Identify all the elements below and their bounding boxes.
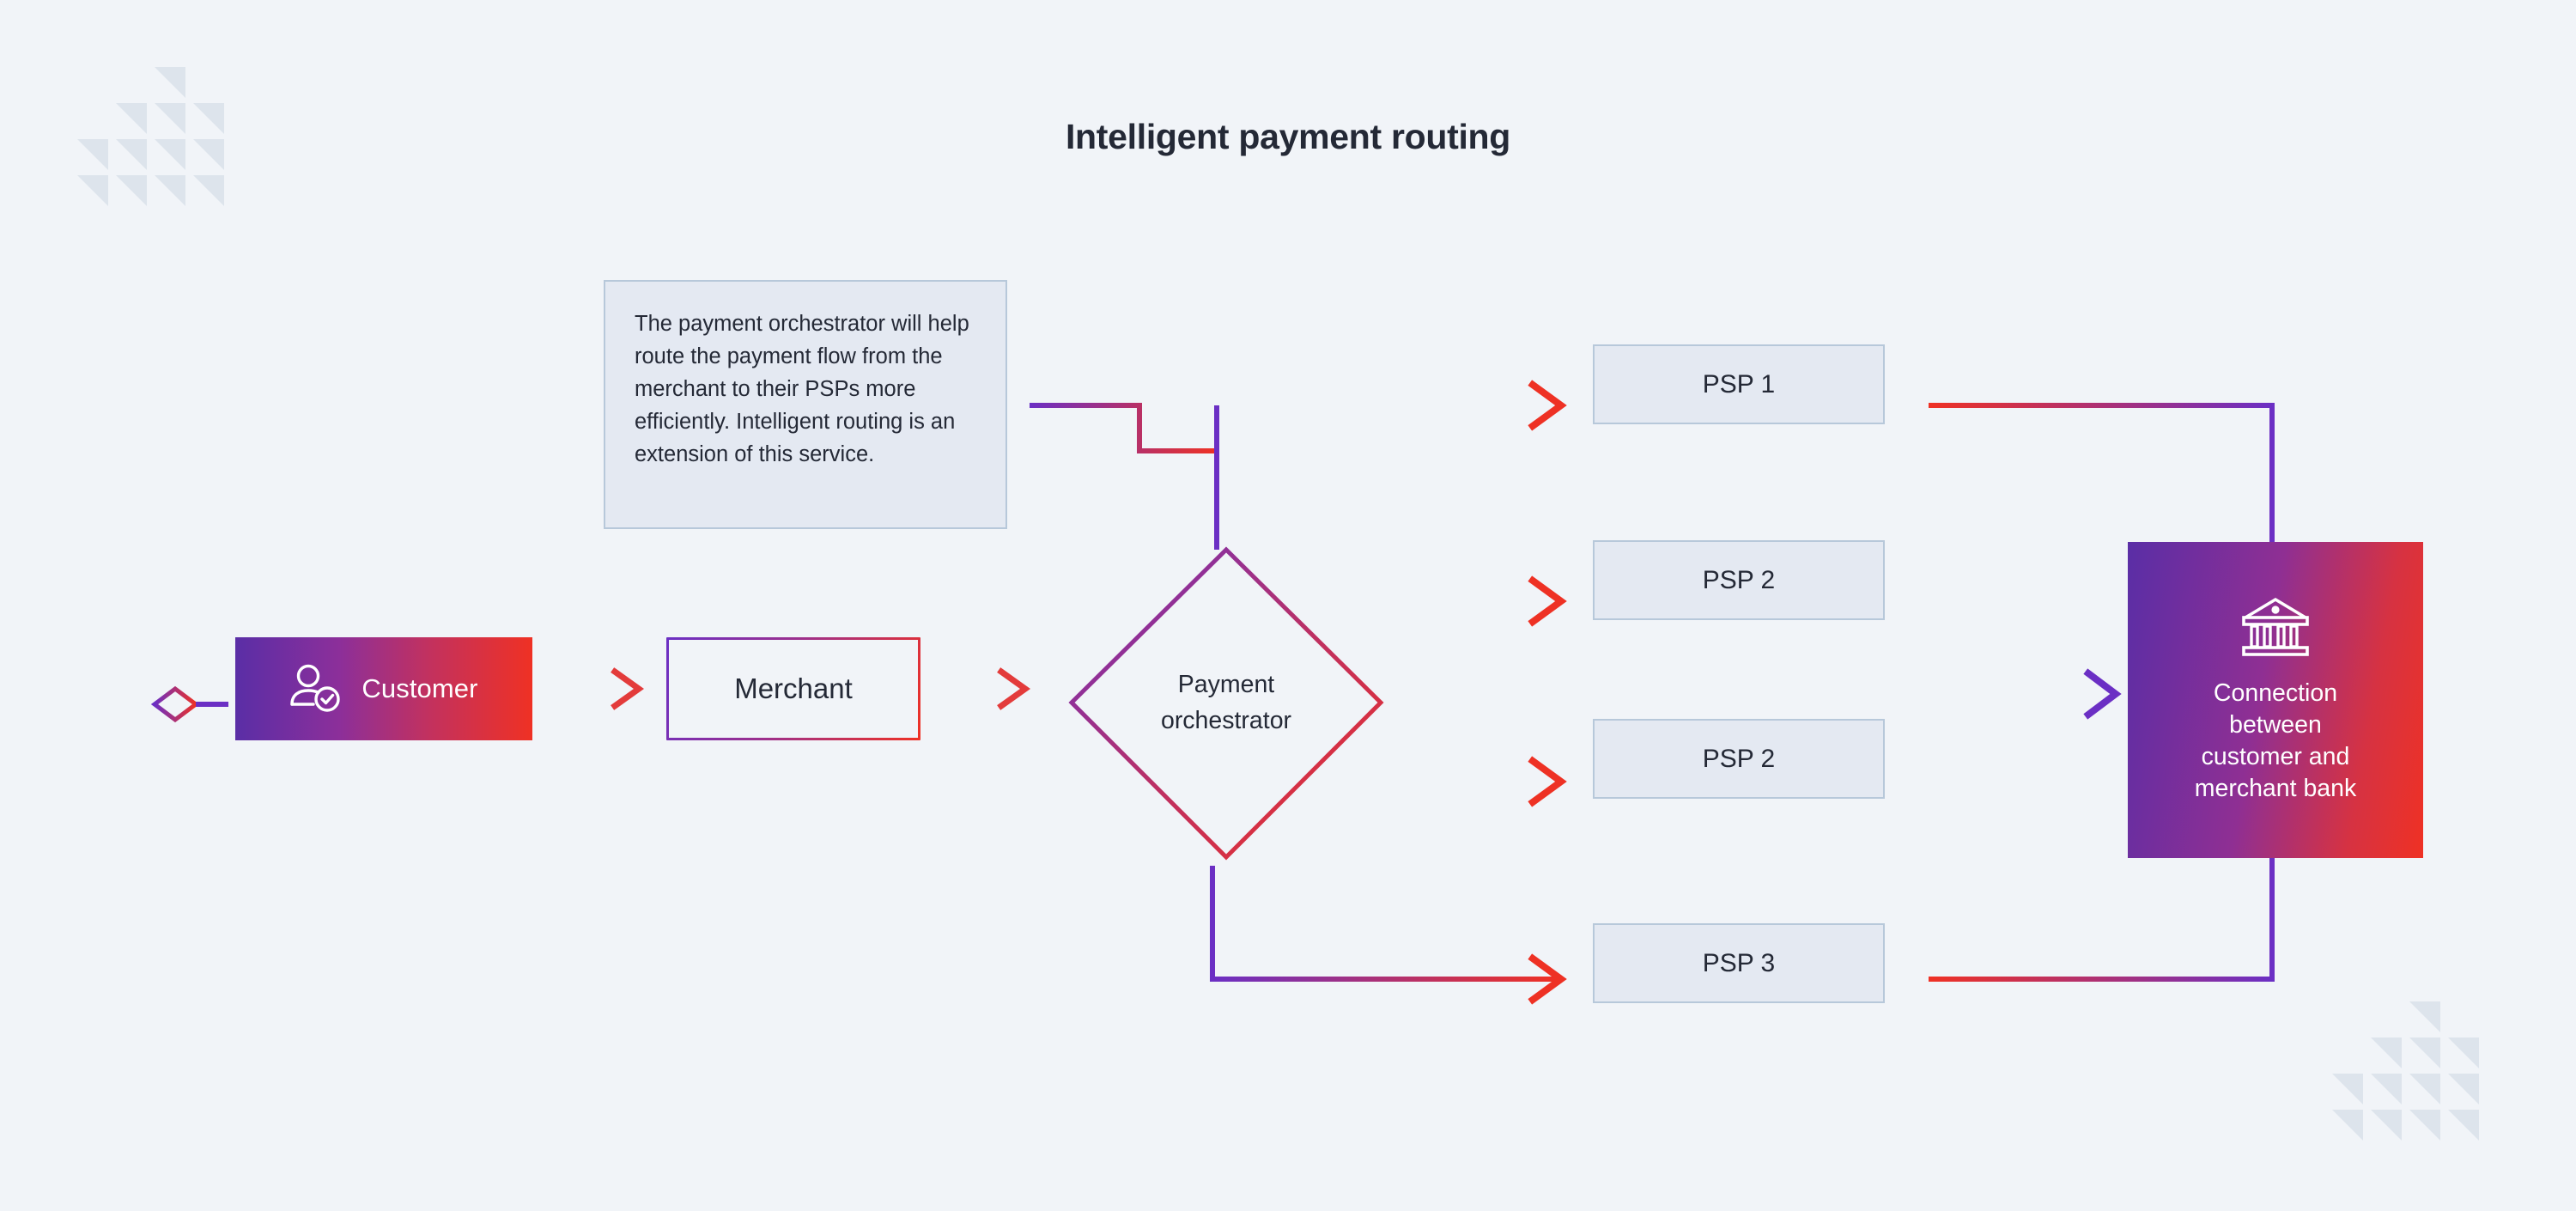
flow-start-marker: [150, 685, 228, 723]
node-payment-orchestrator-label: Payment orchestrator: [1067, 666, 1385, 739]
orchestrator-line-1: Payment: [1177, 671, 1275, 698]
diagram-canvas: Intelligent payment routing The payment …: [0, 0, 2576, 1211]
page-title: Intelligent payment routing: [1065, 117, 1511, 156]
orchestrator-line-2: orchestrator: [1160, 707, 1292, 734]
bank-line-2: between: [2229, 711, 2322, 739]
arrow-orchestrator-to-psp1: [1214, 380, 1567, 431]
connector-orchestrator-to-psp2-split: [1382, 575, 1567, 807]
bank-line-3: customer and: [2201, 743, 2350, 770]
node-psp-2[interactable]: PSP 2: [1593, 540, 1885, 620]
note-text: The payment orchestrator will help route…: [635, 312, 969, 466]
node-bank-connection-label: Connection between customer and merchant…: [2183, 678, 2369, 805]
node-merchant[interactable]: Merchant: [666, 637, 920, 740]
connector-note-to-spine: [1030, 403, 1217, 453]
arrow-orchestrator-to-psp3: [1210, 866, 1567, 1005]
note-callout: The payment orchestrator will help route…: [604, 280, 1007, 529]
user-check-icon: [290, 664, 341, 712]
arrow-merchant-to-orchestrator: [950, 667, 1031, 710]
node-psp-1[interactable]: PSP 1: [1593, 344, 1885, 424]
node-psp-3[interactable]: PSP 3: [1593, 923, 1885, 1003]
node-merchant-label: Merchant: [734, 672, 853, 704]
arrow-customer-to-merchant: [562, 667, 645, 710]
bank-icon: [2242, 598, 2309, 656]
bank-line-1: Connection: [2213, 679, 2338, 707]
node-customer[interactable]: Customer: [235, 637, 532, 740]
bank-line-4: merchant bank: [2194, 775, 2357, 802]
decorative-triangles-bottom-right: [2332, 1001, 2479, 1141]
node-bank-connection[interactable]: Connection between customer and merchant…: [2128, 542, 2423, 858]
connector-psp2-to-bank: [1911, 599, 2122, 784]
connector-psp1-to-bank: [1929, 403, 2275, 548]
node-psp-2-duplicate[interactable]: PSP 2: [1593, 719, 1885, 799]
connector-psp3-to-bank: [1929, 854, 2275, 982]
node-customer-label: Customer: [361, 673, 478, 703]
node-payment-orchestrator[interactable]: Payment orchestrator: [1067, 544, 1385, 861]
